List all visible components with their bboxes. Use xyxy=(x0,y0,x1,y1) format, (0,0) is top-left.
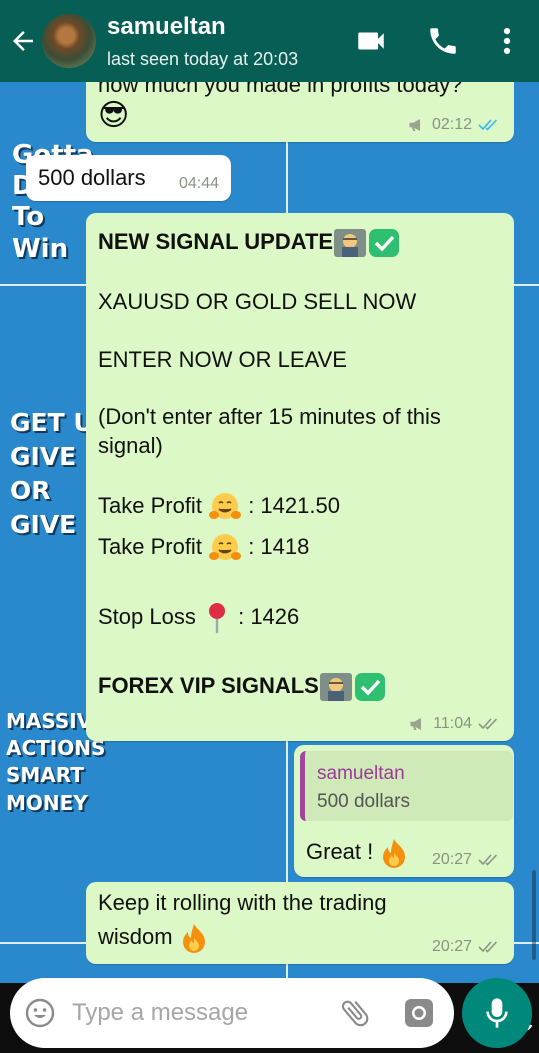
teacher-emoji-icon xyxy=(334,229,367,257)
quoted-author: samueltan xyxy=(317,763,405,784)
round-pushpin-icon xyxy=(208,603,225,633)
message-bubble-outgoing[interactable]: Keep it rolling with the trading wisdom … xyxy=(86,882,514,964)
hugging-face-icon xyxy=(209,534,242,560)
check-mark-button-icon xyxy=(354,673,385,701)
quoted-message[interactable]: samueltan 500 dollars xyxy=(300,751,513,821)
message-bubble-incoming[interactable]: 500 dollars 04:44 xyxy=(26,155,231,201)
message-time: 20:27 xyxy=(431,851,472,868)
stop-loss-value: : 1426 xyxy=(238,603,300,629)
scrollbar-thumb[interactable] xyxy=(532,870,536,960)
delivered-receipt-icon xyxy=(478,853,502,867)
emoji-icon[interactable] xyxy=(24,997,56,1029)
check-mark-button-icon xyxy=(369,229,400,257)
message-input[interactable]: Type a message xyxy=(72,999,248,1027)
contact-name[interactable]: samueltan xyxy=(107,13,226,41)
take-profit-value: : 1418 xyxy=(248,533,310,559)
take-profit-row: Take Profit : 1421.50 xyxy=(98,491,340,523)
message-time: 02:12 xyxy=(431,116,472,133)
signal-instruction: XAUUSD OR GOLD SELL NOW xyxy=(98,289,417,314)
broadcast-icon xyxy=(410,718,422,730)
teacher-emoji-icon xyxy=(319,673,352,701)
quoted-text: 500 dollars xyxy=(317,791,410,812)
message-composer: Type a message xyxy=(10,978,454,1048)
last-seen-status[interactable]: last seen today at 20:03 xyxy=(107,49,298,70)
back-arrow-icon[interactable] xyxy=(8,26,38,56)
signal-footer-text: FOREX VIP SIGNALS xyxy=(98,672,319,698)
message-text: 500 dollars xyxy=(38,165,146,190)
stop-loss-label: Stop Loss xyxy=(98,603,196,629)
message-bubble-outgoing[interactable]: NEW SIGNAL UPDATE XAUUSD OR GOLD SELL NO… xyxy=(86,213,514,741)
message-text-row: wisdom xyxy=(98,922,209,954)
signal-note: signal) xyxy=(98,433,163,458)
signal-note: (Don't enter after 15 minutes of this xyxy=(98,404,441,429)
delivered-receipt-icon xyxy=(478,717,502,731)
video-call-icon[interactable] xyxy=(354,24,388,58)
emoji-sunglasses-icon: 😎 xyxy=(98,99,130,132)
signal-footer: FOREX VIP SIGNALS xyxy=(98,671,387,703)
phone-icon[interactable] xyxy=(426,24,460,58)
message-time: 04:44 xyxy=(178,175,219,192)
mic-icon xyxy=(486,998,508,1028)
take-profit-label: Take Profit xyxy=(98,492,202,518)
message-text: Keep it rolling with the trading xyxy=(98,890,387,915)
message-text: wisdom xyxy=(98,923,173,949)
message-text: Great ! xyxy=(306,838,374,864)
take-profit-row: Take Profit : 1418 xyxy=(98,532,309,564)
hugging-face-icon xyxy=(209,493,242,519)
message-meta: 04:44 xyxy=(179,175,219,193)
signal-instruction: ENTER NOW OR LEAVE xyxy=(98,347,347,372)
message-title: NEW SIGNAL UPDATE xyxy=(98,227,401,259)
read-receipt-icon xyxy=(478,118,502,132)
message-meta: 02:12 xyxy=(408,116,502,134)
voice-message-button[interactable] xyxy=(462,978,532,1048)
message-time: 11:04 xyxy=(433,715,472,732)
delivered-receipt-icon xyxy=(478,940,502,954)
broadcast-icon xyxy=(409,119,420,131)
message-meta: 20:27 xyxy=(432,938,502,956)
message-text-row: Great ! xyxy=(306,837,409,869)
stop-loss-row: Stop Loss : 1426 xyxy=(98,601,299,635)
message-time: 20:27 xyxy=(431,938,472,955)
take-profit-label: Take Profit xyxy=(98,533,202,559)
more-options-icon[interactable] xyxy=(490,24,524,58)
chat-header: samueltan last seen today at 20:03 xyxy=(0,0,539,82)
message-meta: 20:27 xyxy=(432,851,502,869)
take-profit-value: : 1421.50 xyxy=(248,492,340,518)
fire-emoji-icon xyxy=(383,839,406,868)
avatar[interactable] xyxy=(42,14,96,68)
fire-emoji-icon xyxy=(182,924,205,953)
camera-icon[interactable] xyxy=(403,997,435,1029)
message-bubble-outgoing[interactable]: samueltan 500 dollars Great ! 20:27 xyxy=(294,745,514,877)
attach-icon[interactable] xyxy=(338,996,372,1030)
message-meta: 11:04 xyxy=(409,715,502,733)
signal-title: NEW SIGNAL UPDATE xyxy=(98,228,334,254)
